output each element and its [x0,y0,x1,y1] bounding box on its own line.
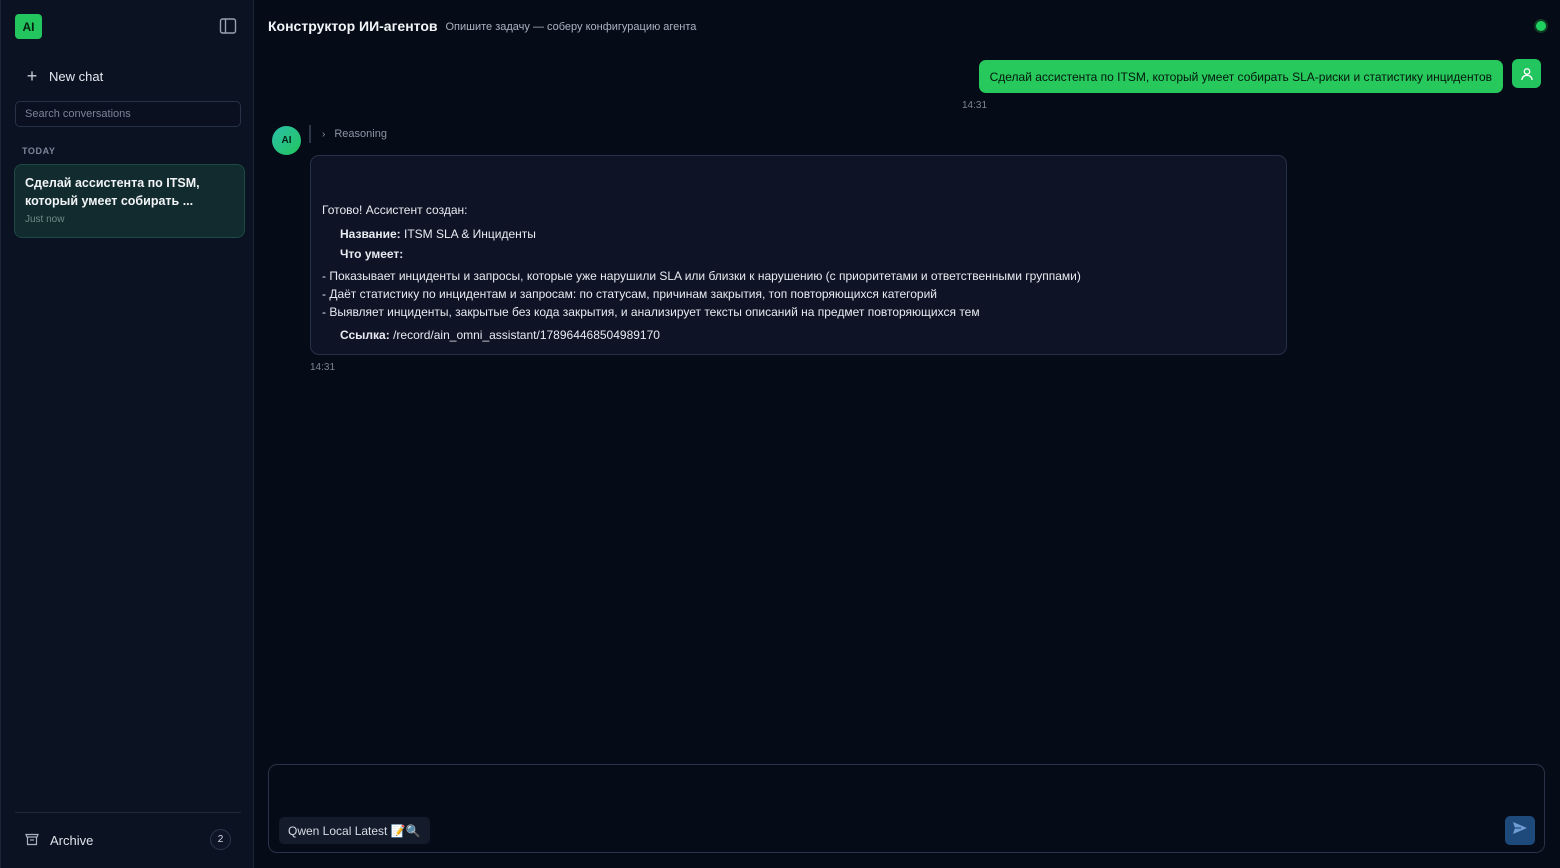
user-message-time: 14:31 [962,100,988,111]
send-icon [1512,821,1528,840]
list-item: - Выявляет инциденты, закрытые без кода … [322,305,980,319]
new-chat-button[interactable]: + New chat [15,62,241,90]
assistant-message: Готово! Ассистент создан: Название: ITSM… [310,155,1287,355]
agent-link-label: Ссылка: [340,328,390,342]
conversation-item[interactable]: Сделай ассистента по ITSM, который умеет… [14,164,245,238]
archive-button[interactable]: Archive 2 [15,826,241,854]
assistant-intro: Готово! Ассистент создан: [322,203,468,217]
user-avatar-icon [1512,59,1541,88]
reasoning-label: Reasoning [334,128,387,140]
message-composer: Qwen Local Latest 📝🔍 [268,764,1545,853]
user-message: Сделай ассистента по ITSM, который умеет… [978,60,1503,93]
agent-name-label: Название: [340,227,401,241]
chevron-right-icon: › [322,128,326,140]
sidebar-toggle-icon[interactable] [219,17,237,35]
reasoning-toggle[interactable]: › Reasoning [309,125,387,143]
section-label-today: TODAY [22,146,56,156]
page-title: Конструктор ИИ-агентов [268,18,438,34]
capabilities-list: - Показывает инциденты и запросы, которы… [322,267,1275,321]
agent-name-field: Название: ITSM SLA & Инциденты [322,224,1275,244]
message-input[interactable] [279,773,1499,813]
archive-count-badge: 2 [210,829,231,850]
assistant-message-time: 14:31 [310,362,336,373]
model-selector[interactable]: Qwen Local Latest 📝🔍 [279,817,430,844]
list-item: - Даёт статистику по инцидентам и запрос… [322,287,937,301]
agent-link-value[interactable]: /record/ain_omni_assistant/1789644685049… [393,328,660,342]
new-chat-label: New chat [49,68,104,84]
status-indicator [1536,21,1546,31]
archive-icon [24,831,40,850]
agent-capabilities-label: Что умеет: [340,247,404,261]
archive-label: Archive [50,832,94,848]
sidebar: AI + New chat TODAY Сделай ассистента по… [0,0,254,868]
sidebar-divider [15,812,241,813]
page-subtitle: Опишите задачу — соберу конфигурацию аге… [445,21,697,33]
conversation-title: Сделай ассистента по ITSM, который умеет… [25,176,200,208]
send-button[interactable] [1505,816,1535,845]
app-logo: AI [15,14,42,39]
header: Конструктор ИИ-агентов Опишите задачу — … [255,0,1560,52]
plus-icon: + [26,66,38,86]
assistant-avatar: AI [272,126,301,155]
agent-capabilities-heading: Что умеет: [322,244,1275,264]
search-input[interactable] [15,101,241,127]
conversation-time: Just now [25,214,65,225]
list-item: - Показывает инциденты и запросы, которы… [322,269,1081,283]
agent-name-value: ITSM SLA & Инциденты [403,227,536,241]
agent-link-field: Ссылка: /record/ain_omni_assistant/17896… [322,325,1275,345]
